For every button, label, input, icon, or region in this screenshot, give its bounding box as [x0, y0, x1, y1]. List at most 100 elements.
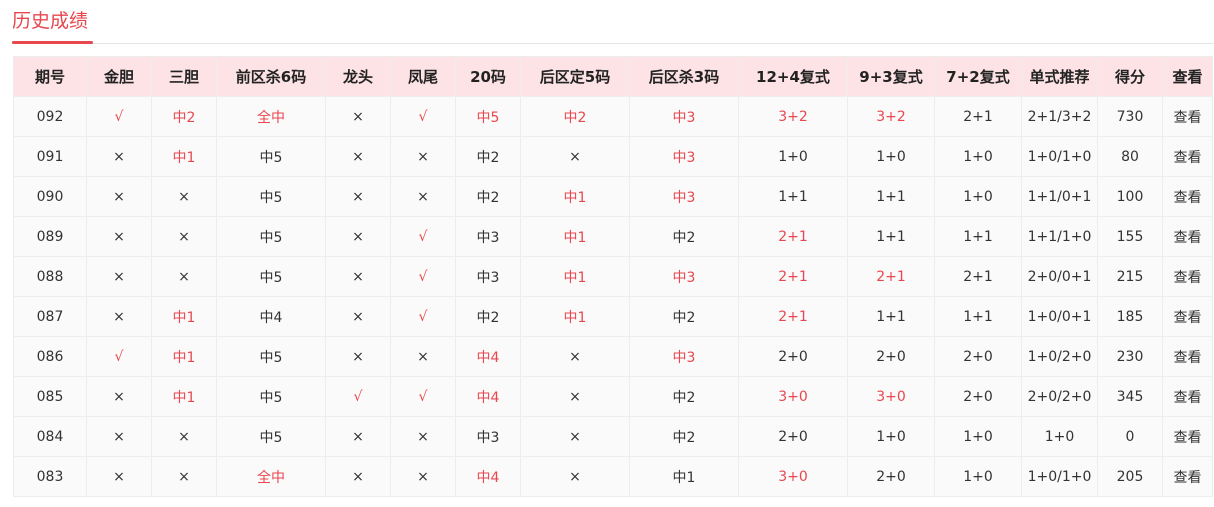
column-header: 得分: [1097, 56, 1163, 97]
table-cell: 083: [13, 456, 87, 497]
table-cell: 1+0: [934, 416, 1022, 457]
page-title: 历史成绩: [12, 10, 89, 32]
column-header: 12+4复式: [738, 56, 848, 97]
table-cell: 中1: [151, 136, 217, 177]
table-cell: ×: [325, 256, 391, 297]
table-cell: 2+0/0+1: [1021, 256, 1098, 297]
table-cell: 中5: [216, 176, 326, 217]
table-cell: 中5: [216, 256, 326, 297]
table-cell: 2+0: [934, 336, 1022, 377]
table-row: 085 × 中1 中5 √ √ 中4 × 中2 3+0 3+0 2+0 2+0/2+0 345 查看: [13, 376, 1213, 417]
table-cell: 100: [1097, 176, 1163, 217]
table-cell: 中4: [455, 336, 521, 377]
view-link[interactable]: 查看: [1162, 96, 1213, 137]
table-cell: ×: [520, 336, 630, 377]
table-cell: ×: [325, 216, 391, 257]
table-cell: ×: [390, 416, 456, 457]
table-cell: ×: [325, 176, 391, 217]
table-cell: ×: [86, 136, 152, 177]
table-cell: 089: [13, 216, 87, 257]
table-cell: 全中: [216, 96, 326, 137]
table-row: 088 × × 中5 × √ 中3 中1 中3 2+1 2+1 2+1 2+0/0+1 215 查看: [13, 256, 1213, 297]
view-link[interactable]: 查看: [1162, 256, 1213, 297]
table-cell: 2+1: [738, 216, 848, 257]
view-link[interactable]: 查看: [1162, 456, 1213, 497]
table-cell: ×: [86, 416, 152, 457]
table-cell: √: [86, 96, 152, 137]
view-link[interactable]: 查看: [1162, 216, 1213, 257]
table-cell: 1+0/0+1: [1021, 296, 1098, 337]
table-cell: 185: [1097, 296, 1163, 337]
table-cell: 中1: [520, 176, 630, 217]
table-cell: ×: [86, 456, 152, 497]
table-cell: 2+1: [934, 96, 1022, 137]
table-cell: ×: [325, 96, 391, 137]
table-cell: 1+0: [847, 136, 935, 177]
table-cell: ×: [86, 176, 152, 217]
table-cell: 中3: [629, 96, 739, 137]
table-cell: 2+1: [847, 256, 935, 297]
column-header: 查看: [1162, 56, 1213, 97]
title-underline: [12, 41, 93, 44]
view-link[interactable]: 查看: [1162, 176, 1213, 217]
table-cell: 1+0: [934, 136, 1022, 177]
view-link[interactable]: 查看: [1162, 136, 1213, 177]
table-cell: ×: [520, 376, 630, 417]
table-cell: 中1: [520, 296, 630, 337]
column-header: 后区定5码: [520, 56, 630, 97]
table-cell: 中2: [455, 176, 521, 217]
column-header: 20码: [455, 56, 521, 97]
table-cell: ×: [520, 136, 630, 177]
page-header: 历史成绩: [12, 0, 1214, 44]
table-cell: ×: [390, 176, 456, 217]
table-cell: 1+0/2+0: [1021, 336, 1098, 377]
table-cell: 1+1: [847, 176, 935, 217]
table-cell: 2+1: [934, 256, 1022, 297]
table-cell: 1+1: [738, 176, 848, 217]
history-table: 期号 金胆 三胆 前区杀6码 龙头 凤尾 20码 后区定5码 后区杀3码 12+4复式 9+3复式 7…: [13, 56, 1213, 497]
table-cell: 1+0: [847, 416, 935, 457]
table-cell: 中2: [629, 376, 739, 417]
table-cell: 中5: [216, 416, 326, 457]
table-cell: 1+1: [847, 296, 935, 337]
table-cell: 2+0: [847, 336, 935, 377]
table-cell: 3+2: [847, 96, 935, 137]
table-cell: 中2: [455, 136, 521, 177]
table-cell: ×: [325, 416, 391, 457]
table-cell: 中5: [455, 96, 521, 137]
table-cell: 1+1: [934, 296, 1022, 337]
table-cell: 3+0: [738, 376, 848, 417]
table-cell: ×: [151, 176, 217, 217]
table-cell: ×: [390, 336, 456, 377]
table-cell: √: [390, 96, 456, 137]
table-cell: 086: [13, 336, 87, 377]
view-link[interactable]: 查看: [1162, 376, 1213, 417]
table-cell: 3+0: [847, 376, 935, 417]
history-table-wrap: 期号 金胆 三胆 前区杀6码 龙头 凤尾 20码 后区定5码 后区杀3码 12+4复式 9+3复式 7…: [13, 56, 1213, 497]
table-cell: 0: [1097, 416, 1163, 457]
table-cell: 2+1: [738, 296, 848, 337]
table-cell: 中5: [216, 216, 326, 257]
table-cell: ×: [151, 416, 217, 457]
table-cell: 中3: [455, 256, 521, 297]
view-link[interactable]: 查看: [1162, 336, 1213, 377]
table-cell: 1+0: [934, 456, 1022, 497]
table-cell: √: [325, 376, 391, 417]
table-cell: 中5: [216, 136, 326, 177]
column-header: 期号: [13, 56, 87, 97]
table-cell: 中2: [455, 296, 521, 337]
view-link[interactable]: 查看: [1162, 296, 1213, 337]
view-link[interactable]: 查看: [1162, 416, 1213, 457]
table-cell: 730: [1097, 96, 1163, 137]
table-cell: 1+0/1+0: [1021, 456, 1098, 497]
table-cell: ×: [390, 136, 456, 177]
table-cell: 1+1: [847, 216, 935, 257]
table-header-row: 期号 金胆 三胆 前区杀6码 龙头 凤尾 20码 后区定5码 后区杀3码 12+4复式 9+3复式 7…: [13, 56, 1213, 97]
column-header: 金胆: [86, 56, 152, 97]
table-row: 089 × × 中5 × √ 中3 中1 中2 2+1 1+1 1+1 1+1/1+0 155 查看: [13, 216, 1213, 257]
table-cell: √: [390, 216, 456, 257]
table-cell: 中2: [629, 216, 739, 257]
table-cell: 中3: [629, 256, 739, 297]
table-cell: 087: [13, 296, 87, 337]
table-cell: ×: [390, 456, 456, 497]
